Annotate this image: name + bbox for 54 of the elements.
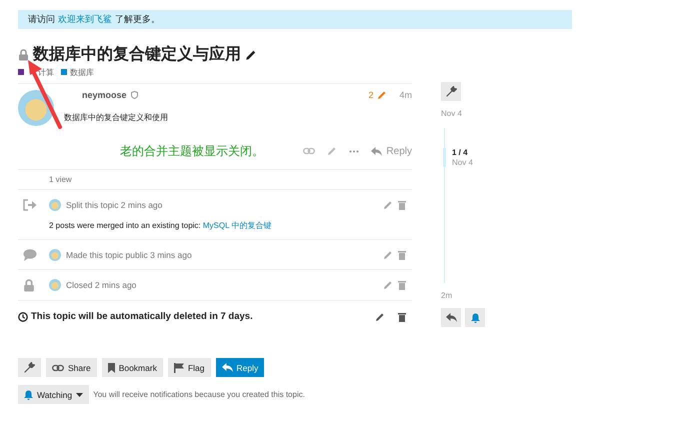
timeline-position: 1 / 4 bbox=[452, 148, 469, 157]
timeline-handle[interactable]: 1 / 4 Nov 4 bbox=[443, 148, 561, 167]
exit-icon bbox=[23, 199, 37, 211]
timer-text: This topic will be automatically deleted in 7 days. bbox=[31, 311, 253, 322]
bookmark-button[interactable]: Bookmark bbox=[102, 358, 163, 377]
notification-dropdown[interactable]: Watching bbox=[18, 385, 90, 404]
lock-icon bbox=[23, 279, 35, 292]
annotation-text: 老的合并主题被显示关闭。 bbox=[120, 142, 264, 160]
reply-icon bbox=[371, 146, 382, 156]
user-avatar bbox=[49, 279, 61, 291]
action-text: Split this topic 2 mins ago bbox=[66, 200, 162, 210]
welcome-link[interactable]: 欢迎来到飞鲨 bbox=[58, 13, 112, 26]
view-count: 1 view bbox=[49, 175, 72, 184]
topic-link[interactable]: MySQL 中的复合键 bbox=[202, 221, 272, 230]
action-detail: 2 posts were merged into an existing topic: MySQL 中的复合键 bbox=[49, 220, 272, 231]
username[interactable]: neymoose bbox=[82, 90, 127, 100]
action-text: Made this topic public 3 mins ago bbox=[66, 250, 192, 260]
user-avatar bbox=[49, 249, 61, 261]
caret-icon bbox=[76, 392, 84, 396]
admin-button[interactable] bbox=[441, 82, 461, 101]
reply-icon bbox=[222, 363, 232, 372]
action-text: Closed 2 mins ago bbox=[66, 280, 136, 290]
link-icon bbox=[52, 364, 64, 372]
clock-icon bbox=[18, 312, 28, 322]
timeline-start-date: Nov 4 bbox=[441, 109, 463, 118]
bell-icon bbox=[470, 312, 480, 322]
user-avatar bbox=[18, 90, 54, 126]
banner-text: 请访问 bbox=[28, 13, 55, 26]
notification-button[interactable] bbox=[465, 308, 485, 327]
share-button[interactable]: Share bbox=[46, 358, 97, 377]
user-avatar bbox=[49, 199, 61, 211]
pencil-icon[interactable] bbox=[245, 48, 257, 60]
topic-title: 数据库中的复合键定义与应用 bbox=[33, 44, 241, 65]
category-link[interactable]: 数据库 bbox=[70, 66, 94, 78]
speech-bubble-icon bbox=[23, 249, 37, 261]
link-icon[interactable] bbox=[303, 147, 316, 155]
admin-button[interactable] bbox=[18, 358, 41, 377]
notification-reason: You will receive notifications because you created this topic. bbox=[93, 390, 305, 399]
banner-text: 了解更多。 bbox=[115, 13, 160, 26]
post-content: 数据库中的复合键定义和使用 bbox=[64, 112, 169, 123]
reply-icon bbox=[446, 313, 456, 322]
bell-icon bbox=[24, 390, 33, 400]
bookmark-icon bbox=[108, 362, 115, 372]
timeline-end-date: 2m bbox=[441, 291, 454, 300]
reply-button[interactable] bbox=[441, 308, 461, 327]
pencil-icon[interactable] bbox=[375, 312, 385, 322]
post-time: 4m bbox=[399, 90, 412, 100]
more-icon[interactable] bbox=[349, 150, 360, 152]
timeline-date: Nov 4 bbox=[452, 158, 474, 167]
flag-button[interactable]: Flag bbox=[168, 358, 210, 377]
reply-button[interactable]: Reply bbox=[216, 358, 264, 377]
trash-icon[interactable] bbox=[398, 312, 406, 322]
flag-icon bbox=[174, 362, 184, 372]
shield-icon bbox=[130, 91, 138, 99]
